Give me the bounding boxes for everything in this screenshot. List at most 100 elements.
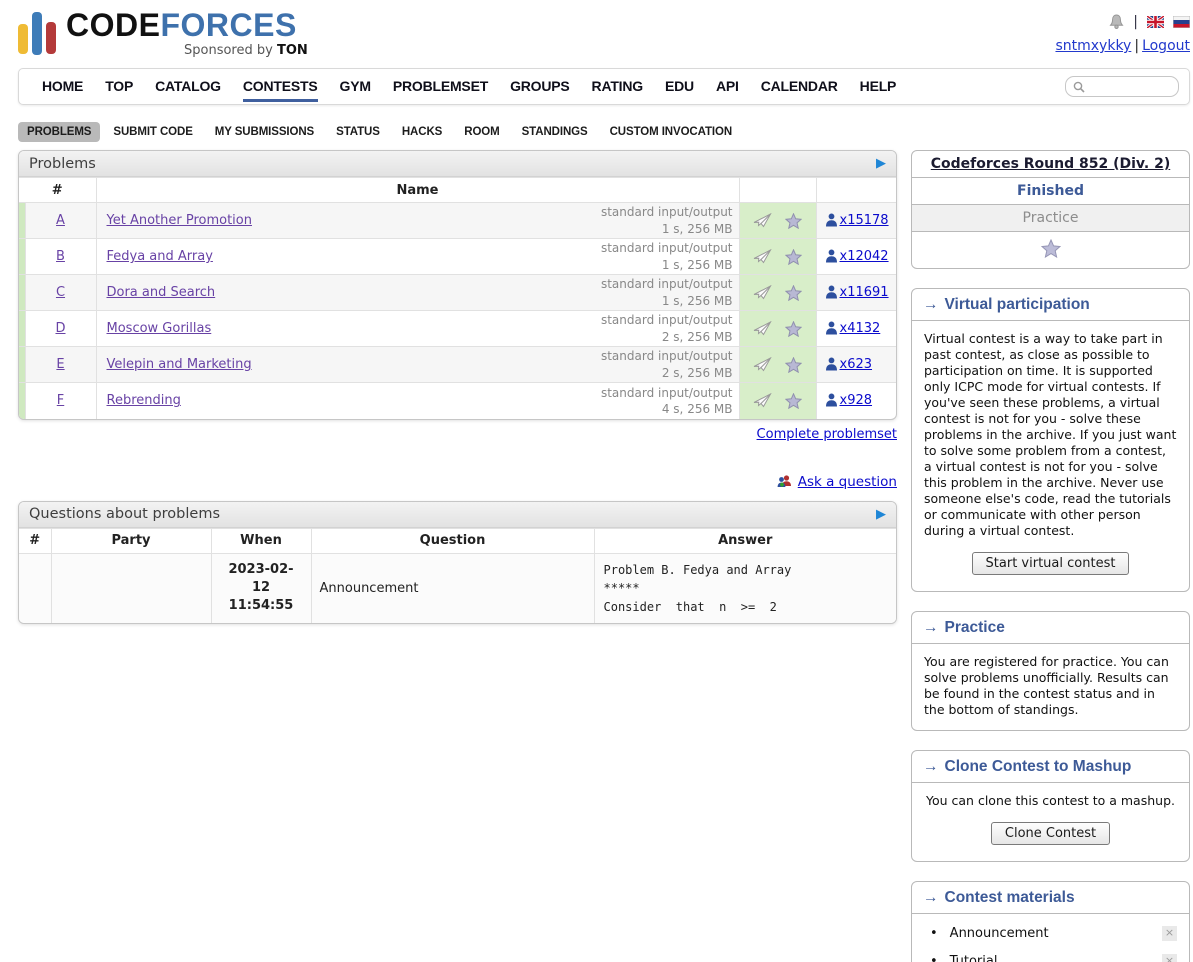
nav-item-gym[interactable]: GYM xyxy=(340,68,371,102)
nav-item-rating[interactable]: RATING xyxy=(592,68,643,102)
material-link[interactable]: Announcement xyxy=(950,926,1049,941)
problem-row: F Rebrending standard input/output 4 s, … xyxy=(19,383,896,419)
star-icon[interactable] xyxy=(785,213,802,229)
contest-status: Finished xyxy=(912,178,1189,205)
problem-title-link[interactable]: Dora and Search xyxy=(107,285,216,300)
ask-question-icon xyxy=(776,474,793,491)
problem-limits: 2 s, 256 MB xyxy=(601,329,733,345)
contest-subnav: PROBLEMSSUBMIT CODEMY SUBMISSIONSSTATUSH… xyxy=(18,122,1190,142)
contest-title-link[interactable]: Codeforces Round 852 (Div. 2) xyxy=(931,156,1170,172)
material-link[interactable]: Tutorial xyxy=(950,954,998,962)
username-link[interactable]: sntmxykky xyxy=(1055,38,1131,54)
close-icon[interactable]: × xyxy=(1162,954,1177,962)
nav-item-groups[interactable]: GROUPS xyxy=(510,68,569,102)
subnav-item-problems[interactable]: PROBLEMS xyxy=(18,122,100,142)
expand-arrow-icon[interactable]: ▶ xyxy=(876,507,886,522)
submit-plane-icon[interactable] xyxy=(753,321,772,337)
materials-title: Contest materials xyxy=(945,889,1075,906)
questions-col-question: Question xyxy=(311,528,594,553)
problem-io: standard input/output xyxy=(601,348,733,364)
problem-title-link[interactable]: Rebrending xyxy=(107,393,181,408)
problem-constraints: standard input/output 1 s, 256 MB xyxy=(601,240,733,272)
submit-plane-icon[interactable] xyxy=(753,285,772,301)
start-virtual-contest-button[interactable]: Start virtual contest xyxy=(972,552,1130,575)
subnav-item-hacks[interactable]: HACKS xyxy=(393,122,451,142)
nav-item-problemset[interactable]: PROBLEMSET xyxy=(393,68,488,102)
star-icon[interactable] xyxy=(785,285,802,301)
nav-item-help[interactable]: HELP xyxy=(860,68,897,102)
clone-description: You can clone this contest to a mashup. xyxy=(926,793,1175,808)
problem-io: standard input/output xyxy=(601,204,733,220)
problem-io: standard input/output xyxy=(601,312,733,328)
subnav-item-status[interactable]: STATUS xyxy=(327,122,389,142)
problem-letter-link[interactable]: B xyxy=(56,249,65,264)
question-text: Announcement xyxy=(311,553,594,623)
problem-title-link[interactable]: Yet Another Promotion xyxy=(107,213,252,228)
subnav-item-my-submissions[interactable]: MY SUBMISSIONS xyxy=(206,122,323,142)
codeforces-logo[interactable]: CODEFORCES Sponsored by TON xyxy=(18,8,308,58)
problem-letter-link[interactable]: E xyxy=(56,357,64,372)
subnav-item-standings[interactable]: STANDINGS xyxy=(513,122,597,142)
flag-en-icon[interactable] xyxy=(1147,16,1164,28)
solved-count-link[interactable]: x15178 xyxy=(840,213,889,228)
bullet-icon: • xyxy=(930,954,938,962)
submit-plane-icon[interactable] xyxy=(753,249,772,265)
solved-count-link[interactable]: x11691 xyxy=(840,285,889,300)
problem-constraints: standard input/output 2 s, 256 MB xyxy=(601,348,733,380)
solved-count-link[interactable]: x928 xyxy=(840,393,873,408)
star-icon[interactable] xyxy=(785,321,802,337)
practice-title: Practice xyxy=(945,619,1005,636)
expand-arrow-icon[interactable]: ▶ xyxy=(876,156,886,171)
nav-item-top[interactable]: TOP xyxy=(105,68,133,102)
star-icon[interactable] xyxy=(1041,239,1061,258)
problem-letter-link[interactable]: A xyxy=(56,213,65,228)
search-input[interactable] xyxy=(1090,80,1174,94)
subnav-item-room[interactable]: ROOM xyxy=(455,122,508,142)
bell-icon[interactable] xyxy=(1109,14,1124,30)
problem-title-link[interactable]: Fedya and Array xyxy=(107,249,213,264)
solved-count-link[interactable]: x12042 xyxy=(840,249,889,264)
submit-plane-icon[interactable] xyxy=(753,393,772,409)
user-separator: | xyxy=(1134,38,1139,54)
logo-bars-icon xyxy=(18,12,56,55)
nav-item-edu[interactable]: EDU xyxy=(665,68,694,102)
submit-plane-icon[interactable] xyxy=(753,357,772,373)
problem-letter-link[interactable]: C xyxy=(56,285,65,300)
solved-count-link[interactable]: x623 xyxy=(840,357,873,372)
search-box[interactable] xyxy=(1065,76,1179,97)
problem-row: C Dora and Search standard input/output … xyxy=(19,275,896,311)
problem-io: standard input/output xyxy=(601,276,733,292)
sidebar: Codeforces Round 852 (Div. 2) Finished P… xyxy=(911,150,1190,962)
question-index xyxy=(19,553,51,623)
star-icon[interactable] xyxy=(785,393,802,409)
nav-item-calendar[interactable]: CALENDAR xyxy=(761,68,838,102)
nav-item-contests[interactable]: CONTESTS xyxy=(243,68,318,102)
main-navigation: HOME TOP CATALOG CONTESTS GYM PROBLEMSET GROUP… xyxy=(18,68,1190,105)
close-icon[interactable]: × xyxy=(1162,926,1177,941)
problem-row: A Yet Another Promotion standard input/o… xyxy=(19,203,896,239)
problem-title-link[interactable]: Velepin and Marketing xyxy=(107,357,252,372)
problem-constraints: standard input/output 1 s, 256 MB xyxy=(601,276,733,308)
ask-question-link[interactable]: Ask a question xyxy=(798,474,897,490)
solved-count-link[interactable]: x4132 xyxy=(840,321,881,336)
problem-title-link[interactable]: Moscow Gorillas xyxy=(107,321,212,336)
nav-item-api[interactable]: API xyxy=(716,68,739,102)
clone-contest-button[interactable]: Clone Contest xyxy=(991,822,1110,845)
subnav-item-submit-code[interactable]: SUBMIT CODE xyxy=(104,122,201,142)
logout-link[interactable]: Logout xyxy=(1142,38,1190,54)
complete-problemset-link[interactable]: Complete problemset xyxy=(757,427,897,442)
star-icon[interactable] xyxy=(785,249,802,265)
problem-row: E Velepin and Marketing standard input/o… xyxy=(19,347,896,383)
nav-item-home[interactable]: HOME xyxy=(42,68,83,102)
problem-constraints: standard input/output 4 s, 256 MB xyxy=(601,385,733,417)
flag-ru-icon[interactable] xyxy=(1173,16,1190,28)
problem-letter-link[interactable]: D xyxy=(55,321,65,336)
nav-item-catalog[interactable]: CATALOG xyxy=(155,68,221,102)
submit-plane-icon[interactable] xyxy=(753,213,772,229)
star-icon[interactable] xyxy=(785,357,802,373)
practice-description: You are registered for practice. You can… xyxy=(924,654,1169,717)
problem-letter-link[interactable]: F xyxy=(57,393,64,408)
header: CODEFORCES Sponsored by TON | xyxy=(18,8,1190,58)
clone-mashup-box: →Clone Contest to Mashup You can clone t… xyxy=(911,750,1190,862)
subnav-item-custom-invocation[interactable]: CUSTOM INVOCATION xyxy=(601,122,741,142)
